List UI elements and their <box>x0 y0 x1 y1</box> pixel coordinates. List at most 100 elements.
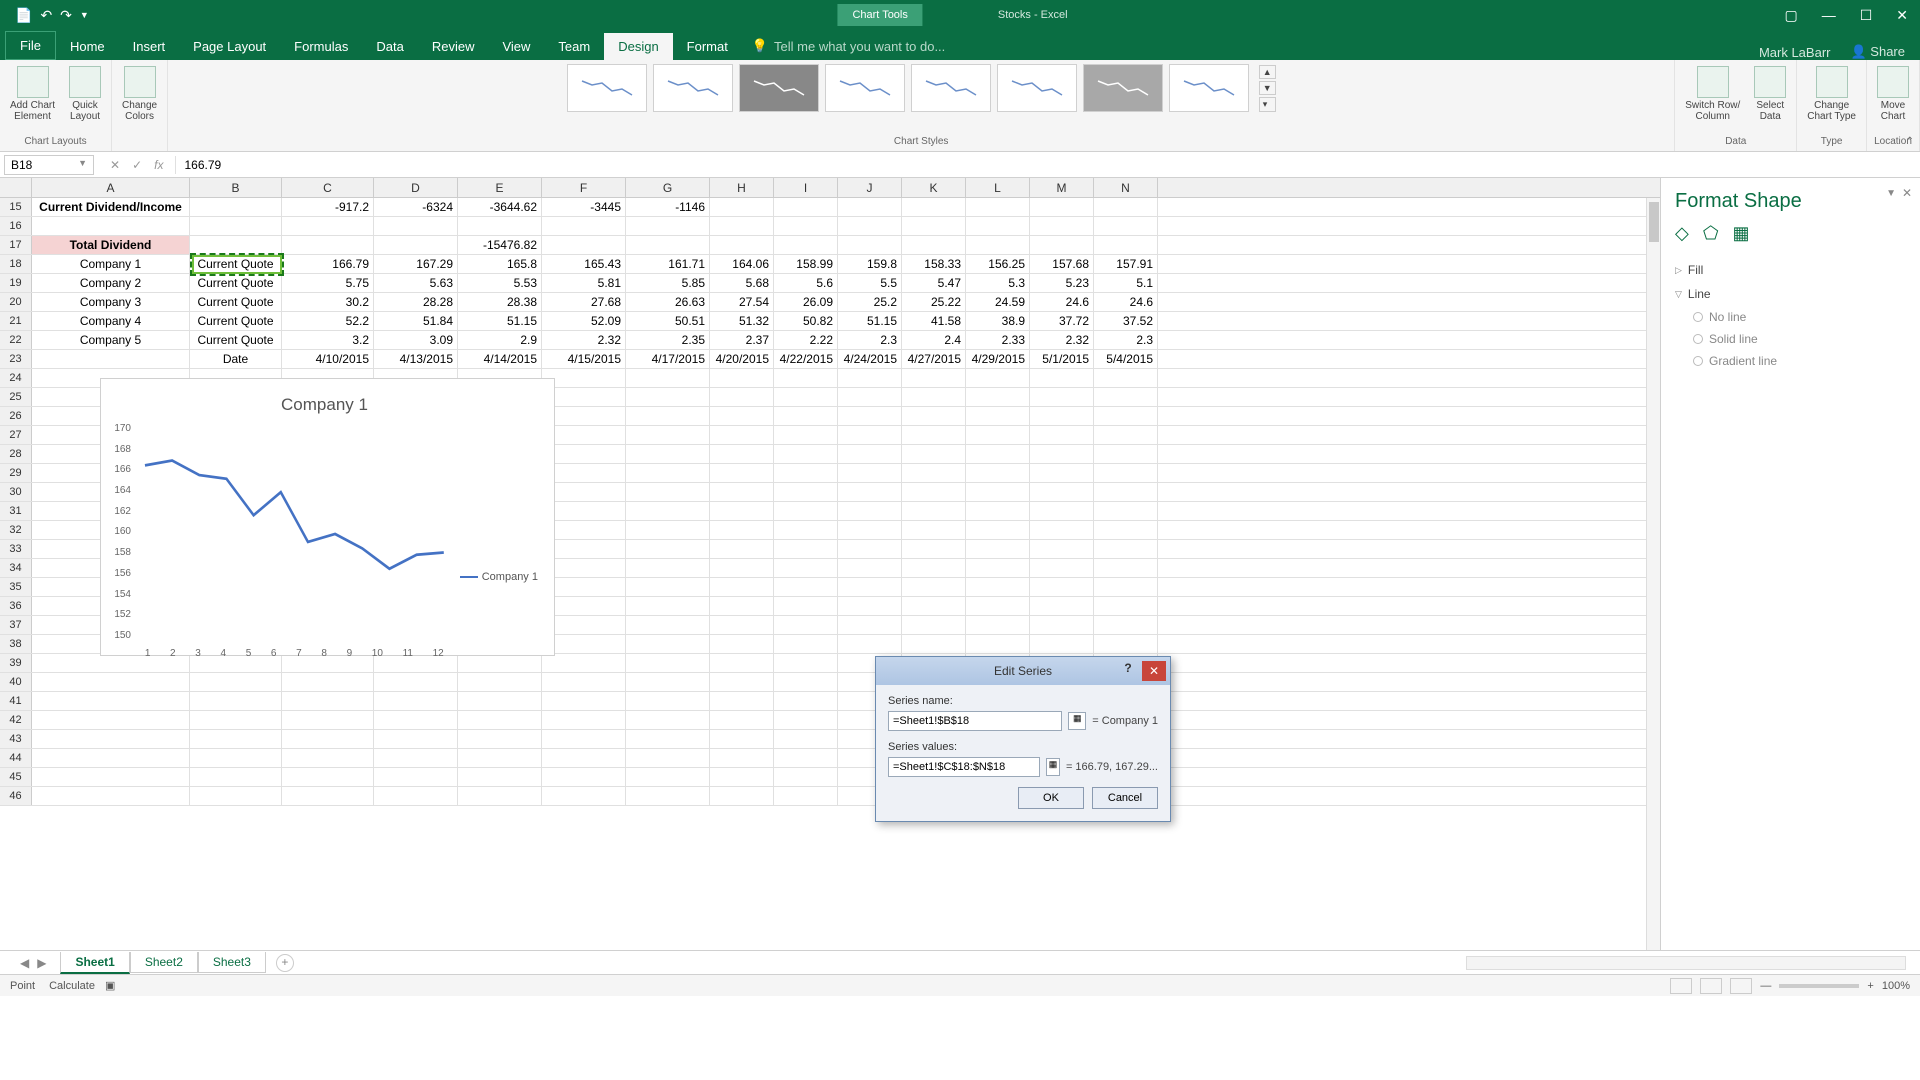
cell-A46[interactable] <box>32 787 190 805</box>
dialog-close-icon[interactable]: ✕ <box>1142 661 1166 681</box>
tab-formulas[interactable]: Formulas <box>280 33 362 60</box>
chart-style-1[interactable] <box>567 64 647 112</box>
cell-N19[interactable]: 5.1 <box>1094 274 1158 292</box>
row-header-25[interactable]: 25 <box>0 388 32 406</box>
cell-G45[interactable] <box>626 768 710 786</box>
cell-C43[interactable] <box>282 730 374 748</box>
row-header-28[interactable]: 28 <box>0 445 32 463</box>
cell-H19[interactable]: 5.68 <box>710 274 774 292</box>
cell-J37[interactable] <box>838 616 902 634</box>
cell-J22[interactable]: 2.3 <box>838 331 902 349</box>
tab-format[interactable]: Format <box>673 33 742 60</box>
col-header-B[interactable]: B <box>190 178 282 197</box>
zoom-in-icon[interactable]: + <box>1867 980 1873 992</box>
cell-E20[interactable]: 28.38 <box>458 293 542 311</box>
cell-M19[interactable]: 5.23 <box>1030 274 1094 292</box>
cell-L22[interactable]: 2.33 <box>966 331 1030 349</box>
cell-N32[interactable] <box>1094 521 1158 539</box>
cell-D16[interactable] <box>374 217 458 235</box>
cell-G30[interactable] <box>626 483 710 501</box>
cell-F40[interactable] <box>542 673 626 691</box>
chart-style-4[interactable] <box>825 64 905 112</box>
cell-L26[interactable] <box>966 407 1030 425</box>
cell-B22[interactable]: Current Quote <box>190 331 282 349</box>
quick-layout-button[interactable]: Quick Layout <box>65 64 105 124</box>
cell-A42[interactable] <box>32 711 190 729</box>
select-data-button[interactable]: Select Data <box>1750 64 1790 124</box>
cell-I17[interactable] <box>774 236 838 254</box>
cell-G32[interactable] <box>626 521 710 539</box>
cell-K30[interactable] <box>902 483 966 501</box>
cell-N15[interactable] <box>1094 198 1158 216</box>
tab-design[interactable]: Design <box>604 33 672 60</box>
cell-D45[interactable] <box>374 768 458 786</box>
cell-C21[interactable]: 52.2 <box>282 312 374 330</box>
cell-A15[interactable]: Current Dividend/Income <box>32 198 190 216</box>
cell-N23[interactable]: 5/4/2015 <box>1094 350 1158 368</box>
cell-D23[interactable]: 4/13/2015 <box>374 350 458 368</box>
cell-N33[interactable] <box>1094 540 1158 558</box>
col-header-K[interactable]: K <box>902 178 966 197</box>
cell-K25[interactable] <box>902 388 966 406</box>
cell-D15[interactable]: -6324 <box>374 198 458 216</box>
cell-E45[interactable] <box>458 768 542 786</box>
pane-close-icon[interactable]: ✕ <box>1902 186 1912 200</box>
cell-M37[interactable] <box>1030 616 1094 634</box>
cell-H37[interactable] <box>710 616 774 634</box>
cell-I46[interactable] <box>774 787 838 805</box>
horizontal-scrollbar[interactable] <box>1466 956 1906 970</box>
cell-H36[interactable] <box>710 597 774 615</box>
tell-me-search[interactable]: 💡 Tell me what you want to do... <box>742 32 955 60</box>
cell-M26[interactable] <box>1030 407 1094 425</box>
col-header-F[interactable]: F <box>542 178 626 197</box>
cell-H34[interactable] <box>710 559 774 577</box>
cell-C20[interactable]: 30.2 <box>282 293 374 311</box>
cell-N31[interactable] <box>1094 502 1158 520</box>
cell-I32[interactable] <box>774 521 838 539</box>
cell-B40[interactable] <box>190 673 282 691</box>
col-header-N[interactable]: N <box>1094 178 1158 197</box>
cell-C15[interactable]: -917.2 <box>282 198 374 216</box>
cell-D18[interactable]: 167.29 <box>374 255 458 273</box>
cell-I36[interactable] <box>774 597 838 615</box>
cell-F19[interactable]: 5.81 <box>542 274 626 292</box>
cell-N35[interactable] <box>1094 578 1158 596</box>
sheet-nav-prev-icon[interactable]: ◀ <box>20 956 29 970</box>
row-header-17[interactable]: 17 <box>0 236 32 254</box>
cell-G36[interactable] <box>626 597 710 615</box>
cell-H31[interactable] <box>710 502 774 520</box>
cell-H45[interactable] <box>710 768 774 786</box>
tab-view[interactable]: View <box>488 33 544 60</box>
row-header-39[interactable]: 39 <box>0 654 32 672</box>
cell-D43[interactable] <box>374 730 458 748</box>
cell-G27[interactable] <box>626 426 710 444</box>
cell-I18[interactable]: 158.99 <box>774 255 838 273</box>
cell-I44[interactable] <box>774 749 838 767</box>
switch-row-column-button[interactable]: Switch Row/ Column <box>1681 64 1744 124</box>
cell-K15[interactable] <box>902 198 966 216</box>
cell-N37[interactable] <box>1094 616 1158 634</box>
cell-J31[interactable] <box>838 502 902 520</box>
cell-J15[interactable] <box>838 198 902 216</box>
cell-A17[interactable]: Total Dividend <box>32 236 190 254</box>
cell-I41[interactable] <box>774 692 838 710</box>
cell-G19[interactable]: 5.85 <box>626 274 710 292</box>
cell-H42[interactable] <box>710 711 774 729</box>
row-header-29[interactable]: 29 <box>0 464 32 482</box>
close-icon[interactable]: ✕ <box>1884 2 1920 29</box>
maximize-icon[interactable]: ☐ <box>1848 2 1885 29</box>
cell-N27[interactable] <box>1094 426 1158 444</box>
cell-J38[interactable] <box>838 635 902 653</box>
cell-B17[interactable] <box>190 236 282 254</box>
cell-F20[interactable]: 27.68 <box>542 293 626 311</box>
cell-L32[interactable] <box>966 521 1030 539</box>
cell-E17[interactable]: -15476.82 <box>458 236 542 254</box>
cell-B41[interactable] <box>190 692 282 710</box>
tab-home[interactable]: Home <box>56 33 119 60</box>
cell-H24[interactable] <box>710 369 774 387</box>
col-header-L[interactable]: L <box>966 178 1030 197</box>
cell-E39[interactable] <box>458 654 542 672</box>
cell-J24[interactable] <box>838 369 902 387</box>
cell-K22[interactable]: 2.4 <box>902 331 966 349</box>
cell-L21[interactable]: 38.9 <box>966 312 1030 330</box>
